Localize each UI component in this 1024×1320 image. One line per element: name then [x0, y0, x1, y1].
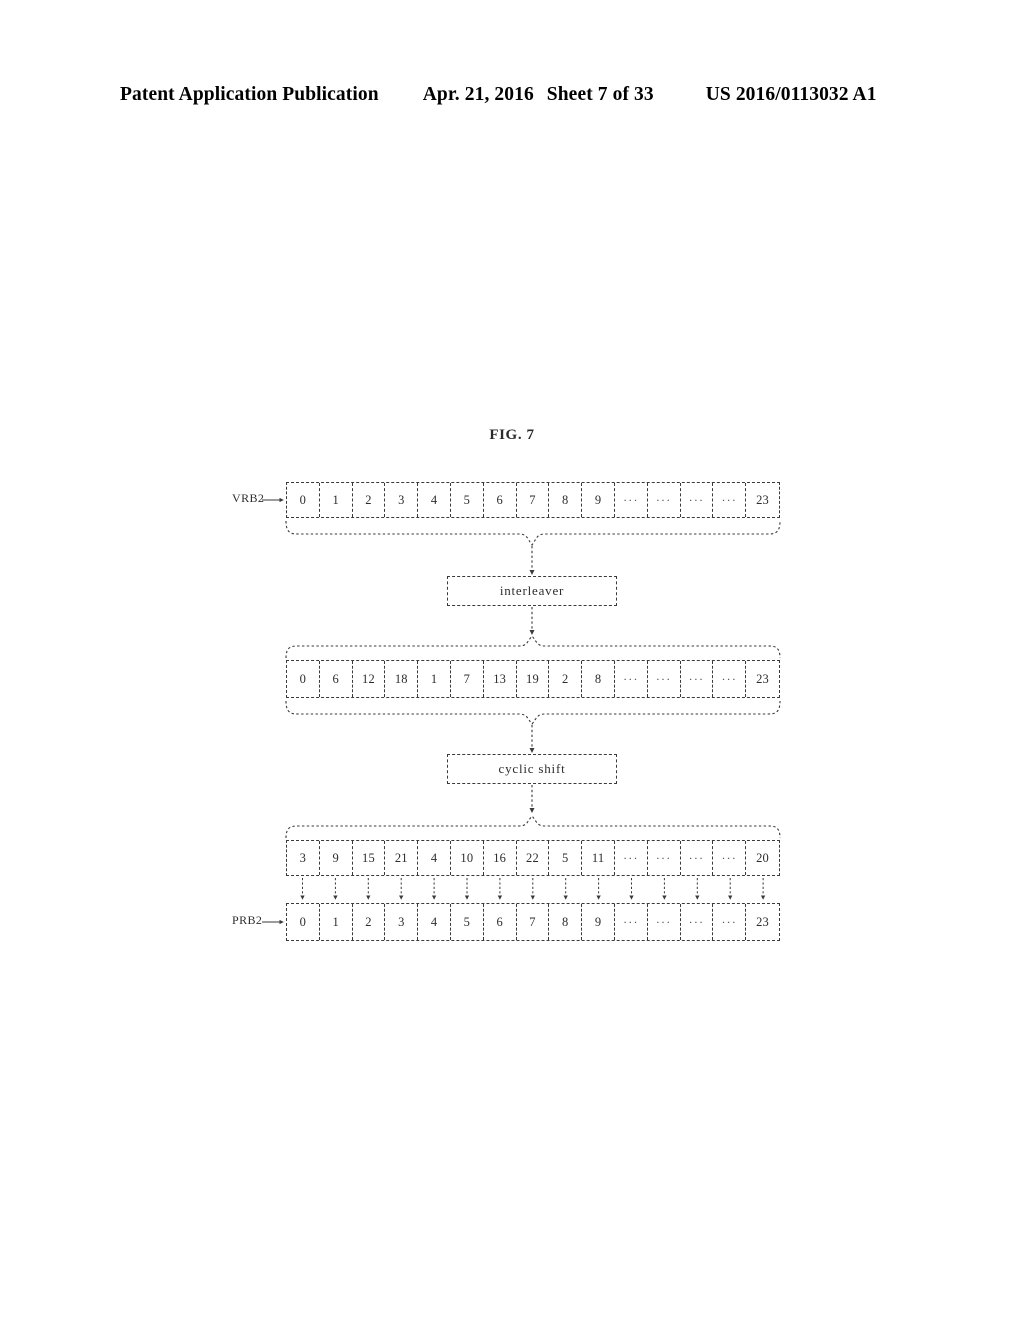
- shifted-cell: 4: [418, 841, 451, 875]
- shifted-cell: 10: [451, 841, 484, 875]
- prb-cell: 4: [418, 904, 451, 940]
- interleaved-cell: 0: [287, 661, 320, 697]
- shifted-cell: 20: [756, 850, 769, 865]
- vrb-ellipsis-cell: ···: [615, 483, 648, 517]
- prb-cell: 3: [385, 904, 419, 940]
- shifted-cell: 11: [582, 841, 615, 875]
- shifted-cell: 16: [484, 841, 517, 875]
- interleaved-cell: 13: [484, 661, 517, 697]
- vrb-ellipsis-cell: ···: [681, 483, 714, 517]
- prb-cell: 23: [756, 914, 769, 929]
- cell-mapping-arrows: [300, 878, 766, 900]
- shifted-ellipsis-cell: ···: [615, 841, 648, 875]
- brace-interleaved-to-cyclicshift: [285, 700, 781, 754]
- shifted-ellipsis-cell: ···: [713, 841, 747, 875]
- interleaved-ellipsis-cell: ···: [648, 661, 681, 697]
- interleaved-cell: 2: [549, 661, 583, 697]
- shifted-cell: 15: [353, 841, 386, 875]
- prb-cell: 1: [320, 904, 353, 940]
- vrb-cell: 6: [484, 483, 517, 517]
- interleaved-row: 0 6 12 18 1 7 13 19 2 8 ··· ··· ··· ··· …: [286, 660, 780, 698]
- vrb-cell: 8: [549, 483, 583, 517]
- interleaved-cell: 8: [582, 661, 615, 697]
- prb-cell: 0: [287, 904, 320, 940]
- vrb-cell: 1: [320, 483, 353, 517]
- shifted-cell: 22: [517, 841, 550, 875]
- vrb-input-label: VRB2: [232, 491, 265, 505]
- prb-cell: 6: [484, 904, 517, 940]
- prb-row: 0 1 2 3 4 5 6 7 8 9 ··· ··· ··· ··· 23: [286, 903, 780, 941]
- prb-cell: 9: [582, 904, 615, 940]
- prb-cell: 2: [353, 904, 386, 940]
- interleaved-cell: 23: [756, 671, 769, 686]
- vrb-ellipsis-cell: ···: [648, 483, 681, 517]
- brace-interleaver-to-interleaved: [285, 607, 781, 659]
- prb-cell: 8: [549, 904, 583, 940]
- vrb-cell: 23: [756, 492, 769, 507]
- interleaver-block: interleaver: [447, 576, 617, 606]
- prb-ellipsis-cell: ···: [681, 904, 714, 940]
- interleaved-cell: 1: [418, 661, 451, 697]
- vrb-cell: 7: [517, 483, 550, 517]
- vrb-cell: 3: [385, 483, 419, 517]
- prb-ellipsis-cell: ···: [648, 904, 681, 940]
- vrb-cell: 2: [353, 483, 386, 517]
- interleaved-ellipsis-cell: ···: [713, 661, 747, 697]
- vrb-cell: 4: [418, 483, 451, 517]
- interleaved-ellipsis-cell: ···: [615, 661, 648, 697]
- prb-ellipsis-cell: ···: [615, 904, 648, 940]
- prb-ellipsis-cell: ···: [713, 904, 747, 940]
- cyclic-shift-block: cyclic shift: [447, 754, 617, 784]
- cyclic-shifted-row: 3 9 15 21 4 10 16 22 5 11 ··· ··· ··· ··…: [286, 840, 780, 876]
- shifted-cell: 5: [549, 841, 583, 875]
- prb-cell: 5: [451, 904, 484, 940]
- interleaved-cell: 19: [517, 661, 550, 697]
- figure-7-diagram: VRB2 PRB2 0 1 2 3 4 5 6 7 8 9 ··· ··· ··…: [0, 0, 1024, 1320]
- prb-cell: 7: [517, 904, 550, 940]
- interleaved-cell: 12: [353, 661, 386, 697]
- interleaved-cell: 6: [320, 661, 353, 697]
- vrb-ellipsis-cell: ···: [713, 483, 747, 517]
- shifted-cell: 21: [385, 841, 419, 875]
- interleaved-cell: 18: [385, 661, 419, 697]
- shifted-ellipsis-cell: ···: [681, 841, 714, 875]
- interleaved-cell: 7: [451, 661, 484, 697]
- vrb-cell: 5: [451, 483, 484, 517]
- vrb-row: 0 1 2 3 4 5 6 7 8 9 ··· ··· ··· ··· 23: [286, 482, 780, 518]
- prb-output-label: PRB2: [232, 913, 263, 927]
- shifted-cell: 9: [320, 841, 353, 875]
- brace-cyclicshift-to-shifted: [285, 785, 781, 839]
- brace-vrb-to-interleaver: [285, 520, 781, 576]
- interleaved-ellipsis-cell: ···: [681, 661, 714, 697]
- vrb-cell: 9: [582, 483, 615, 517]
- vrb-cell: 0: [287, 483, 320, 517]
- shifted-ellipsis-cell: ···: [648, 841, 681, 875]
- shifted-cell: 3: [287, 841, 320, 875]
